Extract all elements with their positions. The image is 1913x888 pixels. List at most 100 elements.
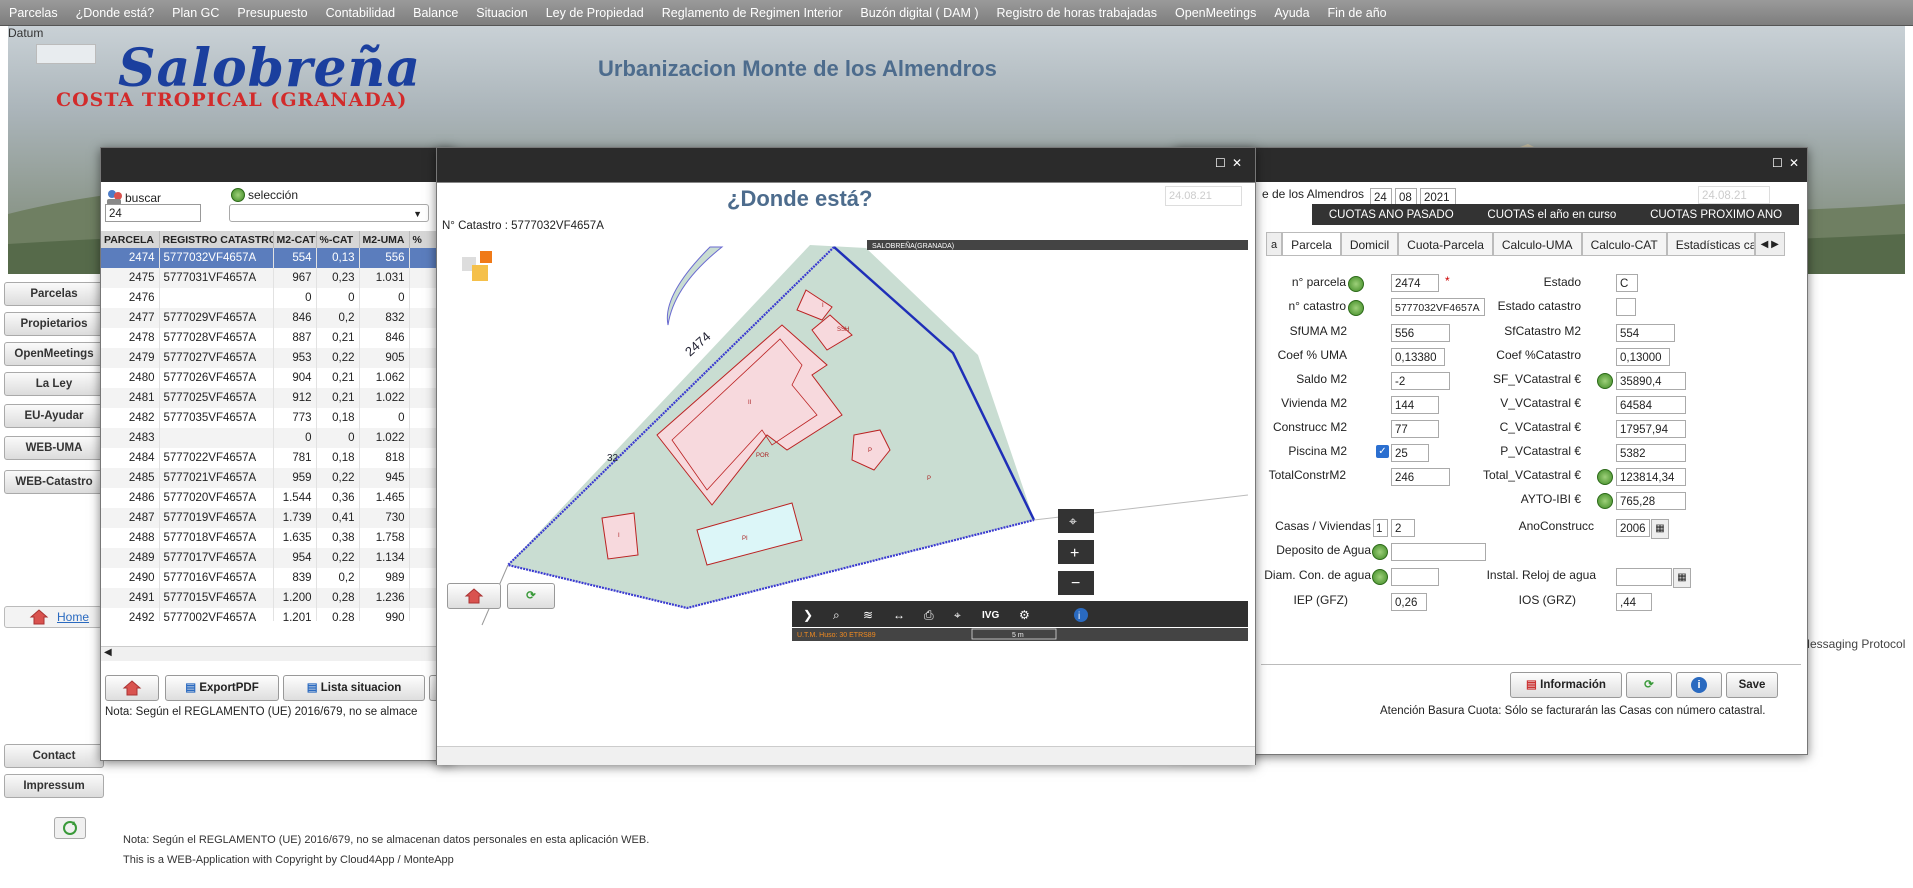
measure-icon[interactable]: ↔ [893,608,905,622]
sidebar-web-catastro[interactable]: WEB-Catastro [4,470,104,494]
zoom-icon[interactable]: ⌕ [833,608,840,622]
field-parcela[interactable]: 2474 [1391,274,1439,292]
tab-scroll-arrows[interactable]: ◀ ▶ [1754,232,1785,256]
piscina-checkbox[interactable]: ✓ [1376,445,1389,458]
field-piscina[interactable]: 25 [1391,444,1429,462]
field-p-vcatastral[interactable]: 5382 [1616,444,1686,462]
table-row[interactable]: 2487 5777019VF4657A 1.739 0,41 730 [101,508,453,528]
search-icon[interactable] [1348,276,1364,292]
sidebar-propietarios[interactable]: Propietarios [4,312,104,336]
search-icon[interactable] [1597,469,1613,485]
lista-situacion-button[interactable]: ▤ Lista situacion [283,675,425,701]
tab-cuotas-pasado[interactable]: CUOTAS ANO PASADO [1329,209,1454,221]
calendar-icon[interactable]: ▦ [1651,519,1669,539]
field-coef-uma[interactable]: 0,13380 [1391,348,1445,366]
field-v-vcatastral[interactable]: 64584 [1616,396,1686,414]
col-parcela[interactable]: PARCELA [101,231,160,248]
tab-partial[interactable]: a [1266,232,1283,256]
field-diam[interactable] [1391,568,1439,586]
field-coef-catastro[interactable]: 0,13000 [1616,348,1670,366]
col-registro[interactable]: REGISTRO CATASTRO [159,231,274,248]
search-icon[interactable] [1372,569,1388,585]
seleccion-dropdown[interactable]: ▼ [229,204,429,222]
field-casas[interactable]: 1 [1373,519,1388,537]
informacion-button[interactable]: ▤ Información [1510,672,1622,698]
menu-parcelas[interactable]: Parcelas [0,6,67,20]
table-row[interactable]: 2482 5777035VF4657A 773 0,18 0 [101,408,453,428]
field-vivienda[interactable]: 144 [1391,396,1439,414]
table-row[interactable]: 2483 0 0 1.022 [101,428,453,448]
search-icon[interactable] [1597,373,1613,389]
table-row[interactable]: 2476 0 0 0 [101,288,453,308]
field-ano-construcc[interactable]: 2006 [1616,519,1650,537]
sidebar-openmeetings[interactable]: OpenMeetings [4,342,104,366]
table-row[interactable]: 2475 5777031VF4657A 967 0,23 1.031 [101,268,453,288]
table-row[interactable]: 2486 5777020VF4657A 1.544 0,36 1.465 [101,488,453,508]
field-sf-vcatastral[interactable]: 35890,4 [1616,372,1686,390]
table-row[interactable]: 2484 5777022VF4657A 781 0,18 818 [101,448,453,468]
menu-registro-horas[interactable]: Registro de horas trabajadas [988,6,1167,20]
field-viviendas[interactable]: 2 [1391,519,1415,537]
col-pct-cat[interactable]: %-CAT [316,231,360,248]
maximize-icon[interactable]: ☐ [1215,156,1226,170]
menu-donde-esta[interactable]: ¿Donde está? [67,6,164,20]
table-row[interactable]: 2478 5777028VF4657A 887 0,21 846 [101,328,453,348]
menu-buzon[interactable]: Buzón digital ( DAM ) [851,6,987,20]
sidebar-eu-ayudar[interactable]: EU-Ayudar [4,404,104,428]
field-ayto-ibi[interactable]: 765,28 [1616,492,1686,510]
menu-balance[interactable]: Balance [404,6,467,20]
menu-reglamento[interactable]: Reglamento de Regimen Interior [653,6,852,20]
group-icon[interactable]: ⚙ [1019,608,1030,622]
table-row[interactable]: 2481 5777025VF4657A 912 0,21 1.022 [101,388,453,408]
field-ios[interactable]: ,44 [1616,593,1652,611]
chevron-left-icon[interactable]: ◀ [104,647,112,658]
table-row[interactable]: 2490 5777016VF4657A 839 0,2 989 [101,568,453,588]
field-construcc[interactable]: 77 [1391,420,1439,438]
field-estado[interactable]: C [1616,274,1638,292]
tab-cuotas-proximo[interactable]: CUOTAS PROXIMO ANO [1650,209,1782,221]
menu-plan-gc[interactable]: Plan GC [163,6,228,20]
refresh-button[interactable]: ⟳ [507,583,555,609]
home-button[interactable] [105,675,159,701]
sidebar-impressum[interactable]: Impressum [4,774,104,798]
datum-input[interactable] [36,44,96,64]
tab-cuota-parcela[interactable]: Cuota-Parcela [1398,232,1493,256]
field-total-vcatastral[interactable]: 123814,34 [1616,468,1686,486]
tab-estadisticas[interactable]: Estadísticas cata [1666,232,1755,256]
sidebar-parcelas[interactable]: Parcelas [4,282,104,306]
col-m2-cat[interactable]: M2-CAT [273,231,317,248]
tab-cuotas-curso[interactable]: CUOTAS el año en curso [1487,209,1616,221]
table-row[interactable]: 2488 5777018VF4657A 1.635 0,38 1.758 [101,528,453,548]
info-icon[interactable] [1074,608,1088,622]
horizontal-scrollbar[interactable]: ◀ [101,646,453,661]
field-deposito[interactable] [1391,543,1486,561]
field-reloj[interactable] [1616,568,1672,586]
field-iep[interactable]: 0,26 [1391,593,1427,611]
maximize-icon[interactable]: ☐ [1772,156,1783,170]
menu-contabilidad[interactable]: Contabilidad [317,6,405,20]
field-saldo[interactable]: -2 [1391,372,1450,390]
close-icon[interactable]: ✕ [1789,156,1799,170]
sidebar-la-ley[interactable]: La Ley [4,372,104,396]
menu-presupuesto[interactable]: Presupuesto [228,6,316,20]
table-row[interactable]: 2489 5777017VF4657A 954 0,22 1.134 [101,548,453,568]
table-row[interactable]: 2479 5777027VF4657A 953 0,22 905 [101,348,453,368]
search-input[interactable]: 24 [105,204,201,222]
ivg-icon[interactable]: IVG [982,610,999,621]
exportpdf-button[interactable]: ▤ ExportPDF [165,675,279,701]
sidebar-web-uma[interactable]: WEB-UMA [4,436,104,460]
tab-parcela[interactable]: Parcela [1282,232,1341,256]
field-sfuma[interactable]: 556 [1391,324,1450,342]
menu-ley-propiedad[interactable]: Ley de Propiedad [537,6,653,20]
table-row[interactable]: 2474 5777032VF4657A 554 0,13 556 [101,248,453,268]
print-icon[interactable]: ⎙ [924,608,934,622]
field-totalconstr[interactable]: 246 [1391,468,1450,486]
search-icon[interactable] [1348,300,1364,316]
table-row[interactable]: 2491 5777015VF4657A 1.200 0,28 1.236 [101,588,453,608]
table-row[interactable]: 2485 5777021VF4657A 959 0,22 945 [101,468,453,488]
tab-calculo-cat[interactable]: Calculo-CAT [1581,232,1667,256]
close-icon[interactable]: ✕ [1232,156,1242,170]
menu-situacion[interactable]: Situacion [467,6,536,20]
table-row[interactable]: 2492 5777002VF4657A 1.201 0,28 990 [101,608,453,621]
info-button[interactable]: i [1676,672,1722,698]
